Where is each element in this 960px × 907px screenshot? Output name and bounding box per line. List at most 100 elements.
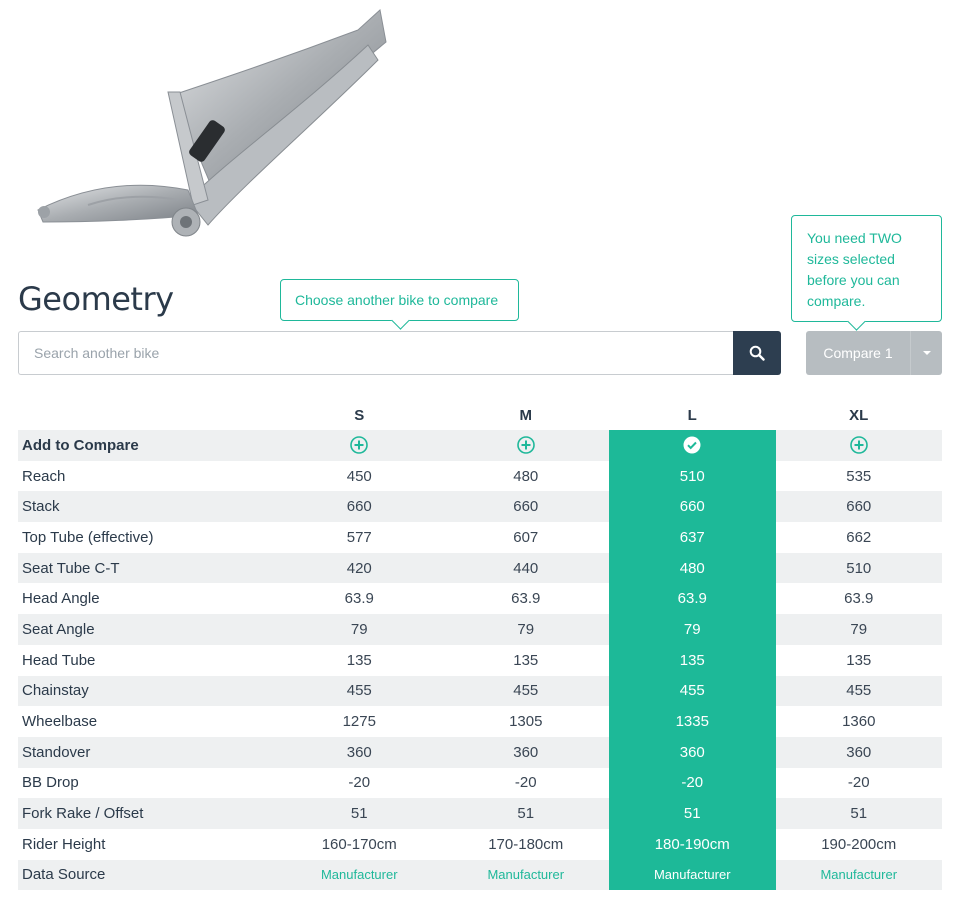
value-cell: 480 (442, 460, 609, 492)
value-cell: 63.9 (609, 583, 776, 615)
data-source-cell: Manufacturer (276, 859, 443, 891)
value-cell: 63.9 (442, 583, 609, 615)
value-cell: 51 (609, 798, 776, 829)
value-cell: 510 (609, 460, 776, 492)
row-label: Standover (18, 736, 276, 768)
value-cell: 660 (609, 491, 776, 523)
header-blank (18, 400, 276, 430)
row-label: Seat Angle (18, 614, 276, 645)
row-label: Rider Height (18, 828, 276, 860)
data-source-link[interactable]: Manufacturer (321, 867, 398, 882)
value-cell: 135 (276, 644, 443, 676)
value-cell: 455 (775, 675, 942, 707)
data-source-cell: Manufacturer (609, 859, 776, 891)
plus-circle-icon[interactable] (516, 436, 535, 455)
table-row: Wheelbase 1275 1305 1335 1360 (18, 706, 942, 737)
data-source-link[interactable]: Manufacturer (487, 867, 564, 882)
compare-button[interactable]: Compare 1 (806, 331, 942, 375)
value-cell: 63.9 (276, 583, 443, 615)
row-label: Head Tube (18, 644, 276, 676)
value-cell: 360 (775, 736, 942, 768)
value-cell: -20 (775, 767, 942, 799)
row-label: Chainstay (18, 675, 276, 707)
data-source-link[interactable]: Manufacturer (654, 867, 731, 882)
value-cell: 440 (442, 552, 609, 584)
value-cell: 1305 (442, 706, 609, 737)
value-cell: -20 (442, 767, 609, 799)
compare-dropdown-toggle[interactable] (910, 331, 942, 375)
check-circle-icon[interactable] (683, 436, 701, 454)
bike-search (18, 331, 781, 375)
compare-button-label: Compare 1 (823, 345, 893, 361)
add-size-l-cell (609, 430, 776, 461)
table-row: Top Tube (effective) 577 607 637 662 (18, 522, 942, 553)
value-cell: 170-180cm (442, 828, 609, 860)
value-cell: 135 (609, 644, 776, 676)
value-cell: 51 (276, 798, 443, 829)
table-row: Fork Rake / Offset 51 51 51 51 (18, 798, 942, 829)
table-row: Rider Height 160-170cm 170-180cm 180-190cm 1… (18, 828, 942, 860)
value-cell: 180-190cm (609, 828, 776, 860)
value-cell: 662 (775, 522, 942, 553)
table-row: Chainstay 455 455 455 455 (18, 675, 942, 707)
plus-circle-icon[interactable] (350, 436, 369, 455)
value-cell: 79 (609, 614, 776, 645)
value-cell: 577 (276, 522, 443, 553)
row-label: Wheelbase (18, 706, 276, 737)
value-cell: 660 (775, 491, 942, 523)
add-size-s-cell (276, 430, 443, 461)
row-label: BB Drop (18, 767, 276, 799)
table-row: Seat Tube C-T 420 440 480 510 (18, 552, 942, 584)
value-cell: 1335 (609, 706, 776, 737)
value-cell: 420 (276, 552, 443, 584)
size-header-row: S M L XL (18, 400, 942, 430)
search-input[interactable] (18, 331, 734, 375)
size-header: S (354, 406, 365, 424)
value-cell: 135 (442, 644, 609, 676)
caret-down-icon (922, 351, 931, 355)
value-cell: 79 (276, 614, 443, 645)
table-row: Stack 660 660 660 660 (18, 491, 942, 523)
value-cell: 510 (775, 552, 942, 584)
value-cell: 160-170cm (276, 828, 443, 860)
value-cell: 455 (276, 675, 443, 707)
value-cell: 455 (442, 675, 609, 707)
data-source-link[interactable]: Manufacturer (820, 867, 897, 882)
search-button[interactable] (733, 331, 781, 375)
value-cell: 79 (775, 614, 942, 645)
value-cell: 360 (609, 736, 776, 768)
value-cell: 637 (609, 522, 776, 553)
two-sizes-tooltip: You need TWO sizes selected before you c… (791, 215, 942, 322)
table-row: BB Drop -20 -20 -20 -20 (18, 767, 942, 799)
geometry-table: S M L XL Add to Compare Reach 450 480 51… (18, 400, 942, 891)
add-size-m-cell (442, 430, 609, 461)
size-header: L (687, 406, 697, 424)
row-label: Add to Compare (18, 430, 276, 461)
value-cell: 535 (775, 460, 942, 492)
bike-frame-image (37, 9, 387, 237)
size-header: XL (849, 406, 869, 424)
search-icon (749, 345, 765, 361)
value-cell: 360 (442, 736, 609, 768)
value-cell: -20 (609, 767, 776, 799)
row-label: Data Source (18, 859, 276, 891)
table-row: Data Source Manufacturer Manufacturer Manuf… (18, 859, 942, 891)
data-source-cell: Manufacturer (442, 859, 609, 891)
value-cell: 63.9 (775, 583, 942, 615)
value-cell: 360 (276, 736, 443, 768)
value-cell: 51 (775, 798, 942, 829)
value-cell: 450 (276, 460, 443, 492)
plus-circle-icon[interactable] (849, 436, 868, 455)
value-cell: 607 (442, 522, 609, 553)
row-label: Top Tube (effective) (18, 522, 276, 553)
value-cell: 1360 (775, 706, 942, 737)
row-label: Reach (18, 460, 276, 492)
value-cell: 660 (442, 491, 609, 523)
value-cell: 480 (609, 552, 776, 584)
row-label: Seat Tube C-T (18, 552, 276, 584)
compare-hint-tooltip: Choose another bike to compare (280, 279, 519, 321)
table-row: Standover 360 360 360 360 (18, 736, 942, 768)
value-cell: 190-200cm (775, 828, 942, 860)
row-label: Head Angle (18, 583, 276, 615)
value-cell: 660 (276, 491, 443, 523)
